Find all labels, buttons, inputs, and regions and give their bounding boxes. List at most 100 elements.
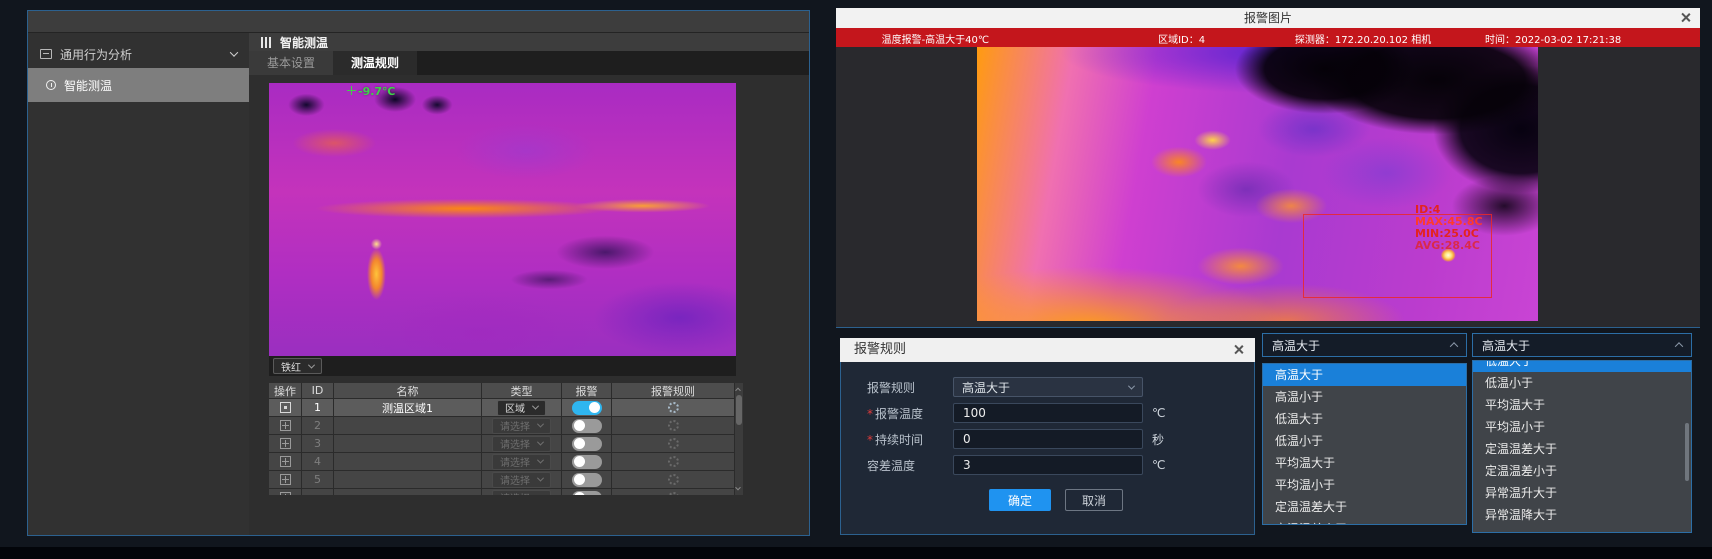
- unit-celsius: ℃: [1152, 406, 1165, 420]
- option[interactable]: 高温大于: [1263, 364, 1466, 386]
- palette-select-value: 铁红: [281, 359, 301, 374]
- type-select[interactable]: 请选择: [492, 490, 551, 496]
- alarm-toggle[interactable]: [572, 437, 602, 451]
- option[interactable]: 定温温差大于: [1473, 438, 1691, 460]
- sidebar-item-smart-thermometry[interactable]: 智能测温: [28, 68, 249, 102]
- type-select[interactable]: 请选择: [492, 418, 551, 434]
- option[interactable]: 平均温大于: [1263, 452, 1466, 474]
- unit-seconds: 秒: [1152, 431, 1164, 448]
- alarm-toggle[interactable]: [572, 473, 602, 487]
- gear-icon[interactable]: [668, 492, 679, 495]
- add-region-button[interactable]: [269, 489, 302, 495]
- duration-input[interactable]: [953, 429, 1143, 449]
- rule-type-select[interactable]: 高温大于: [953, 377, 1143, 397]
- alarm-toggle[interactable]: [572, 401, 602, 415]
- col-alarm-rule: 报警规则: [612, 383, 735, 398]
- gear-icon[interactable]: [668, 402, 679, 413]
- chevron-up-icon: [1450, 342, 1458, 350]
- region-id: 4: [302, 453, 334, 470]
- app-screenshot: 通用行为分析 智能测温 智能测温 基本设置 测温规则 -9.7℃: [0, 0, 1712, 559]
- sidebar: 通用行为分析 智能测温: [28, 33, 249, 535]
- col-alarm: 报警: [562, 383, 612, 398]
- gear-icon[interactable]: [668, 474, 679, 485]
- region-id: 1: [302, 399, 334, 416]
- gear-icon[interactable]: [668, 420, 679, 431]
- thermal-preview-image[interactable]: -9.7℃: [269, 83, 736, 356]
- panel-header: 智能测温: [249, 33, 809, 51]
- annotation-avg: AVG:28.4C: [1415, 240, 1483, 252]
- crosshair-icon: [347, 86, 356, 95]
- option[interactable]: 低温小于: [1473, 372, 1691, 394]
- tolerance-temperature-input[interactable]: [953, 455, 1143, 475]
- ok-button[interactable]: 确定: [989, 489, 1051, 511]
- add-region-button[interactable]: [269, 435, 302, 452]
- chevron-down-icon: [537, 475, 544, 482]
- type-select[interactable]: 区域: [497, 400, 546, 416]
- option[interactable]: 低温小于: [1263, 430, 1466, 452]
- palette-bar: 铁红: [269, 356, 736, 376]
- panel-title: 智能测温: [280, 34, 328, 51]
- rule-dropdown-1[interactable]: 高温大于: [1262, 333, 1467, 357]
- chevron-up-icon: [1675, 342, 1683, 350]
- tab-basic-settings[interactable]: 基本设置: [249, 51, 333, 75]
- sidebar-group-behavior-analysis[interactable]: 通用行为分析: [28, 40, 249, 68]
- table-scrollbar[interactable]: [735, 383, 743, 495]
- tab-content: -9.7℃ 铁红 操作 ID 名称: [249, 75, 809, 535]
- palette-select[interactable]: 铁红: [273, 358, 322, 374]
- gear-icon[interactable]: [668, 438, 679, 449]
- alarm-toggle[interactable]: [572, 455, 602, 469]
- gear-icon[interactable]: [668, 456, 679, 467]
- plus-icon: [280, 456, 291, 467]
- option[interactable]: 异常温降大于: [1473, 504, 1691, 526]
- option[interactable]: 平均温小于: [1263, 474, 1466, 496]
- option[interactable]: 低温大于: [1473, 360, 1691, 372]
- dialog-body: ID:4 MAX:45.8C MIN:25.0C AVG:28.4C: [836, 47, 1700, 328]
- add-region-button[interactable]: [269, 417, 302, 434]
- tab-thermometry-rules[interactable]: 测温规则: [333, 51, 417, 75]
- behavior-analysis-icon: [40, 49, 52, 59]
- add-region-button[interactable]: [269, 471, 302, 488]
- alarm-toggle[interactable]: [572, 491, 602, 496]
- field-label-alarm-temp: *报警温度: [867, 405, 953, 422]
- option[interactable]: 平均温小于: [1473, 416, 1691, 438]
- type-select[interactable]: 请选择: [492, 436, 551, 452]
- drag-handle-icon: [261, 37, 271, 48]
- option[interactable]: 定温温差大于: [1263, 496, 1466, 518]
- chevron-down-icon: [537, 421, 544, 428]
- field-label-tolerance: 容差温度: [867, 457, 953, 474]
- scrollbar-thumb: [736, 395, 742, 425]
- region-annotation-text: ID:4 MAX:45.8C MIN:25.0C AVG:28.4C: [1415, 204, 1483, 252]
- chevron-down-icon: [537, 493, 544, 495]
- close-icon[interactable]: [1233, 344, 1244, 355]
- option[interactable]: 高温小于: [1263, 386, 1466, 408]
- sidebar-group-label: 通用行为分析: [60, 46, 223, 63]
- cancel-button[interactable]: 取消: [1065, 489, 1123, 511]
- thermometer-icon: [46, 80, 56, 90]
- alarm-region-id: 区域ID：4: [1158, 31, 1205, 46]
- main-panel: 智能测温 基本设置 测温规则 -9.7℃ 铁红: [249, 33, 809, 535]
- option[interactable]: 平均温大于: [1473, 394, 1691, 416]
- add-region-button[interactable]: [269, 453, 302, 470]
- region-table: 操作 ID 名称 类型 报警 报警规则 1 测温区域1 区域: [269, 383, 743, 495]
- type-select[interactable]: 请选择: [492, 454, 551, 470]
- scroll-down-icon: [735, 485, 741, 491]
- option[interactable]: 低温大于: [1263, 408, 1466, 430]
- plus-icon: [280, 474, 291, 485]
- close-icon[interactable]: [1680, 12, 1691, 23]
- table-header-row: 操作 ID 名称 类型 报警 报警规则: [269, 383, 735, 399]
- scrollbar-thumb[interactable]: [1685, 423, 1689, 481]
- alarm-toggle[interactable]: [572, 419, 602, 433]
- col-type: 类型: [482, 383, 562, 398]
- rule-dropdown-2[interactable]: 高温大于: [1472, 333, 1692, 357]
- dialog-title-bar: 报警规则: [840, 338, 1255, 362]
- table-row: 4 请选择: [269, 453, 735, 471]
- type-select[interactable]: 请选择: [492, 472, 551, 488]
- region-name: [334, 417, 482, 434]
- option[interactable]: 定温温差小于: [1263, 518, 1466, 525]
- alarm-temperature-input[interactable]: [953, 403, 1143, 423]
- delete-region-button[interactable]: [269, 399, 302, 416]
- option[interactable]: 定温温差小于: [1473, 460, 1691, 482]
- option[interactable]: 异常温升大于: [1473, 482, 1691, 504]
- dialog-title: 报警规则: [854, 342, 906, 357]
- chevron-down-icon: [308, 361, 315, 368]
